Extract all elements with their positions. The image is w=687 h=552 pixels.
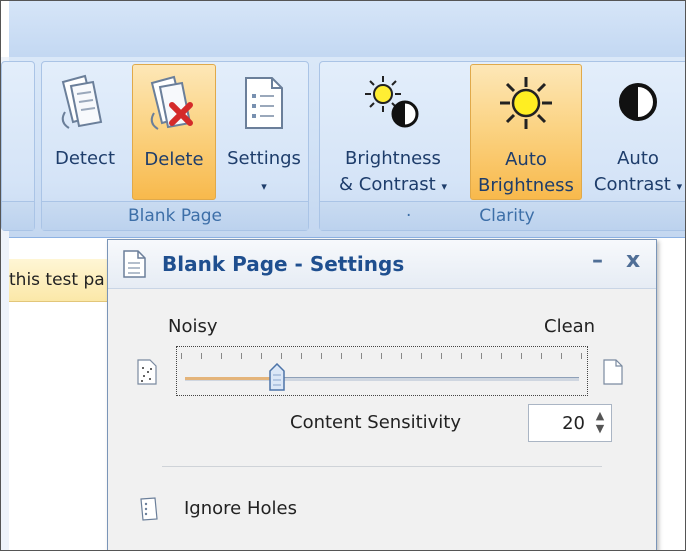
- brightness-contrast-caret: ▾: [441, 180, 447, 193]
- document-banner: this test pa: [9, 259, 114, 302]
- group-label-clarity: · Clarity: [320, 201, 685, 230]
- settings-dropdown-caret: ▾: [261, 180, 267, 193]
- minimize-button[interactable]: –: [592, 248, 603, 273]
- noisy-label: Noisy: [168, 316, 218, 337]
- clarity-label-text: Clarity: [479, 206, 535, 226]
- panel-header: Blank Page - Settings – x: [108, 240, 656, 289]
- document-banner-text: this test pa: [9, 270, 105, 290]
- content-sensitivity-spinner[interactable]: 20 ▲ ▼: [528, 404, 612, 442]
- ribbon-group-blank-page: Detect Delete Settings ▾ Blank Page: [41, 61, 309, 231]
- detect-pages-icon: [55, 72, 115, 139]
- brightness-contrast-label: Brightness & Contrast ▾: [324, 146, 462, 200]
- sensitivity-slider[interactable]: [176, 346, 588, 396]
- spinner-down-button[interactable]: ▼: [593, 422, 607, 435]
- detect-label: Detect: [54, 148, 116, 169]
- close-button[interactable]: x: [626, 248, 640, 273]
- blank-page-settings-panel: Blank Page - Settings – x Noisy Clean Co…: [107, 239, 657, 550]
- auto-contrast-caret: ▾: [676, 180, 683, 193]
- clean-label: Clean: [544, 316, 596, 337]
- slider-thumb[interactable]: [268, 362, 285, 391]
- auto-contrast-button[interactable]: Auto Contrast ▾: [584, 64, 685, 200]
- brightness-contrast-button[interactable]: Brightness & Contrast ▾: [324, 64, 462, 200]
- slider-ticks: [181, 353, 583, 359]
- auto-contrast-line1: Auto: [617, 148, 659, 169]
- detect-button[interactable]: Detect: [46, 64, 124, 200]
- panel-title: Blank Page - Settings: [162, 252, 405, 276]
- auto-brightness-label: Auto Brightness: [471, 147, 581, 199]
- auto-contrast-label: Auto Contrast ▾: [584, 146, 685, 200]
- spinner-up-button[interactable]: ▲: [593, 409, 607, 422]
- brightness-contrast-icon: [361, 72, 425, 139]
- ignore-holes-icon[interactable]: [138, 496, 160, 526]
- group-label-blank-page: Blank Page: [42, 201, 308, 230]
- auto-brightness-button[interactable]: Auto Brightness: [470, 64, 582, 200]
- settings-button[interactable]: Settings ▾: [222, 64, 306, 200]
- clean-page-icon: [602, 358, 624, 390]
- title-bar: [9, 1, 685, 57]
- settings-page-icon-small: [120, 248, 150, 284]
- brightness-contrast-line2: & Contrast: [339, 174, 436, 195]
- clarity-dialog-launcher[interactable]: ·: [406, 202, 411, 230]
- delete-label: Delete: [144, 149, 204, 170]
- delete-page-icon: [144, 73, 204, 140]
- group-label-partial: [2, 201, 34, 230]
- auto-brightness-line1: Auto: [505, 149, 547, 170]
- content-sensitivity-label: Content Sensitivity: [290, 412, 462, 433]
- settings-label: Settings ▾: [222, 146, 306, 200]
- noisy-page-icon: [136, 358, 158, 390]
- ribbon: Detect Delete Settings ▾ Blank Page Brig…: [1, 57, 685, 238]
- spinner-buttons: ▲ ▼: [593, 409, 607, 437]
- ribbon-group-clarity: Brightness & Contrast ▾ Auto Brightness …: [319, 61, 685, 231]
- slider-fill: [185, 377, 277, 380]
- auto-contrast-line2: Contrast: [593, 174, 671, 195]
- settings-label-text: Settings: [227, 148, 301, 169]
- brightness-contrast-line1: Brightness: [345, 148, 441, 169]
- sun-icon: [496, 73, 556, 138]
- panel-divider: [162, 466, 602, 467]
- auto-brightness-line2: Brightness: [478, 175, 574, 196]
- contrast-icon: [613, 72, 663, 137]
- settings-page-icon: [236, 72, 292, 139]
- ribbon-group-partial: [1, 61, 35, 231]
- content-sensitivity-value[interactable]: 20: [562, 413, 585, 434]
- delete-button[interactable]: Delete: [132, 64, 216, 200]
- app-window: Detect Delete Settings ▾ Blank Page Brig…: [0, 0, 686, 551]
- ignore-holes-label[interactable]: Ignore Holes: [184, 498, 297, 519]
